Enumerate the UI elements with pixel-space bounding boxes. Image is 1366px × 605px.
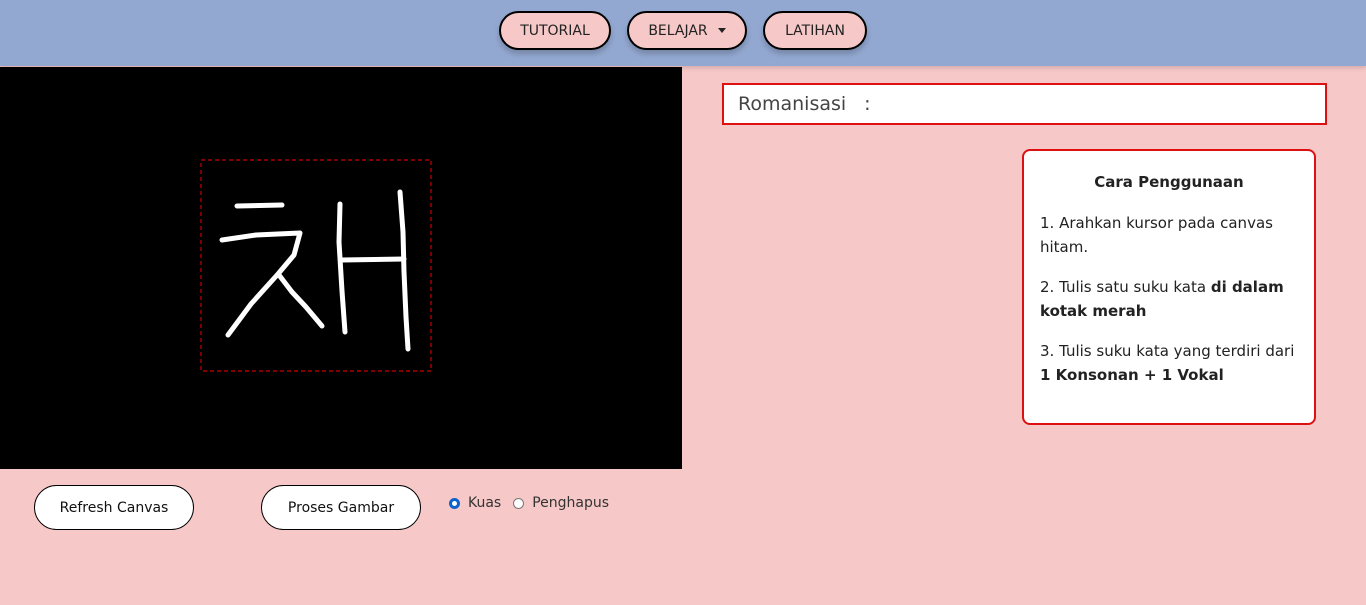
nav-belajar-label: BELAJAR (648, 22, 708, 39)
stroke-3 (276, 272, 325, 329)
nav-latihan-label: LATIHAN (785, 22, 845, 39)
nav-latihan-button[interactable]: LATIHAN (763, 11, 867, 50)
stroke-5 (339, 256, 407, 263)
romanisasi-label: Romanisasi (738, 93, 847, 115)
stroke-4 (336, 201, 348, 335)
romanisasi-separator: : (864, 93, 871, 115)
tool-radio-group: Kuas Penghapus (449, 495, 621, 511)
radio-penghapus-label[interactable]: Penghapus (532, 495, 609, 511)
romanisasi-field: Romanisasi : (722, 83, 1327, 125)
instruction-step-3: 3. Tulis suku kata yang terdiri dari 1 K… (1040, 339, 1298, 387)
instruction-step-2: 2. Tulis satu suku kata di dalam kotak m… (1040, 275, 1298, 323)
top-navbar: TUTORIAL BELAJAR LATIHAN (0, 0, 1366, 66)
nav-belajar-dropdown[interactable]: BELAJAR (627, 11, 747, 50)
step-3-text: 3. Tulis suku kata yang terdiri dari (1040, 342, 1295, 360)
instruction-step-1: 1. Arahkan kursor pada canvas hitam. (1040, 214, 1273, 256)
proses-gambar-label: Proses Gambar (287, 499, 395, 516)
caret-down-icon (717, 28, 726, 33)
refresh-canvas-button[interactable]: Refresh Canvas (34, 485, 194, 530)
radio-kuas[interactable] (449, 497, 460, 509)
canvas-drawing-layer (200, 159, 432, 372)
handwritten-strokes (219, 189, 411, 352)
step-2-text: 2. Tulis satu suku kata (1040, 278, 1211, 296)
drawing-canvas[interactable] (0, 67, 682, 469)
instructions-title: Cara Penggunaan (1094, 173, 1244, 191)
stroke-6 (397, 189, 411, 352)
refresh-canvas-label: Refresh Canvas (59, 499, 169, 516)
instructions-card: Cara Penggunaan 1. Arahkan kursor pada c… (1022, 149, 1316, 425)
step-3-bold: 1 Konsonan + 1 Vokal (1040, 366, 1224, 384)
radio-kuas-label[interactable]: Kuas (468, 495, 501, 511)
nav-tutorial-button[interactable]: TUTORIAL (499, 11, 611, 50)
guide-box (200, 159, 432, 372)
nav-tutorial-label: TUTORIAL (520, 22, 590, 39)
stroke-1 (234, 202, 285, 209)
proses-gambar-button[interactable]: Proses Gambar (261, 485, 421, 530)
radio-penghapus[interactable] (513, 497, 525, 509)
